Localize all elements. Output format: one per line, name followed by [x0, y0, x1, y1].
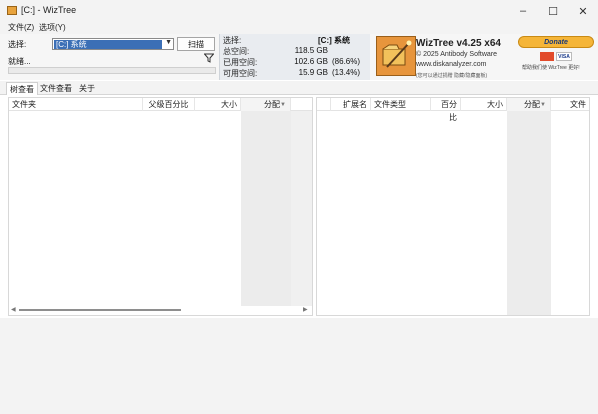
top-panel: 选择: [C:] 系统 ▼ 扫描 就绪... 选择: [C:] 系统 总空间: … [0, 34, 598, 80]
scan-controls: 选择: [C:] 系统 ▼ 扫描 就绪... [0, 34, 218, 80]
window-title: [C:] - WizTree [21, 5, 77, 15]
scan-progress-bar [8, 67, 216, 74]
scroll-left-icon[interactable]: ◀ [11, 306, 16, 313]
status-text: 就绪... [8, 57, 31, 66]
maximize-button[interactable]: ☐ [538, 0, 568, 22]
copyright-text: © 2025 Antibody Software [416, 51, 498, 58]
col-size[interactable]: 大小 [195, 98, 241, 111]
scan-button[interactable]: 扫描 [177, 37, 215, 51]
used-space-percent: (86.6%) [332, 57, 361, 66]
wiztree-logo [376, 36, 416, 76]
tree-header: 文件夹 父级百分比 大小 分配 ▼ [9, 98, 312, 111]
col-parent-percent[interactable]: 父级百分比 [143, 98, 195, 111]
filter-icon[interactable] [203, 53, 215, 65]
free-space-percent: (13.4%) [332, 68, 361, 77]
tab-file-view[interactable]: 文件查看 [37, 82, 75, 95]
scroll-thumb[interactable] [19, 309, 181, 311]
ext-allocated-column-shade [507, 111, 551, 315]
extension-header: 扩展名 文件类型 百分比 大小 分配 ▼ 文件 [317, 98, 589, 122]
used-space-value: 102.6 GB [294, 57, 328, 66]
used-space-label: 已用空间: [223, 58, 258, 67]
menu-bar: 文件(Z) 选项(Y) [0, 22, 598, 34]
selection-label: 选择: [223, 36, 242, 45]
menu-file[interactable]: 文件(Z) [8, 22, 34, 33]
col-ext-size[interactable]: 大小 [461, 98, 507, 111]
extension-view-pane: 扩展名 文件类型 百分比 大小 分配 ▼ 文件 [316, 97, 590, 316]
disk-stats: 选择: [C:] 系统 总空间: 118.5 GB 已用空间: 102.6 GB… [219, 34, 370, 80]
website-link[interactable]: www.diskanalyzer.com [416, 61, 486, 68]
tree-blank-area [291, 111, 312, 306]
app-icon [7, 6, 17, 15]
donate-hint-text: (您可以通过捐赠 隐藏/隐藏面板) [416, 73, 488, 79]
free-space-value: 15.9 GB [298, 68, 328, 77]
col-color[interactable] [317, 98, 331, 111]
brand-panel: WizTree v4.25 x64 © 2025 Antibody Softwa… [372, 34, 504, 80]
app-name: WizTree v4.25 x64 [416, 38, 501, 49]
scroll-right-icon[interactable]: ▶ [303, 306, 308, 313]
visa-icon: VISA [556, 52, 572, 61]
allocated-column-shade [241, 111, 291, 306]
total-space-label: 总空间: [223, 47, 250, 56]
title-bar: [C:] - WizTree – ☐ ✕ [0, 0, 598, 22]
menu-options[interactable]: 选项(Y) [39, 22, 66, 33]
col-extension[interactable]: 扩展名 [331, 98, 371, 111]
donate-panel: Donate VISA 帮助我们使 WizTree 更好! [512, 34, 598, 80]
close-button[interactable]: ✕ [568, 0, 598, 22]
mastercard-icon [540, 52, 554, 61]
tab-about[interactable]: 关于 [76, 82, 98, 95]
view-tabs: 树查看 文件查看 关于 [0, 81, 598, 95]
sort-desc-icon: ▼ [280, 102, 286, 108]
col-file-type[interactable]: 文件类型 [371, 98, 431, 111]
donate-button[interactable]: Donate [518, 36, 594, 48]
col-files[interactable]: 文件 [551, 98, 589, 111]
col-folder[interactable]: 文件夹 [9, 98, 143, 111]
selection-value: [C:] 系统 [318, 36, 350, 45]
free-space-label: 可用空间: [223, 69, 258, 78]
chevron-down-icon: ▼ [165, 39, 172, 46]
donate-note: 帮助我们使 WizTree 更好! [522, 65, 580, 71]
drive-select-value: [C:] 系统 [54, 40, 162, 49]
drive-select[interactable]: [C:] 系统 ▼ [52, 38, 174, 50]
tree-view-pane: 文件夹 父级百分比 大小 分配 ▼ ◀ ▶ [8, 97, 313, 316]
total-space-value: 118.5 GB [294, 46, 328, 55]
select-label: 选择: [8, 40, 27, 49]
treemap-area[interactable] [0, 318, 598, 414]
minimize-button[interactable]: – [508, 0, 538, 22]
sort-desc-icon: ▼ [540, 102, 546, 108]
tree-hscrollbar[interactable]: ◀ ▶ [9, 306, 312, 314]
col-percent[interactable]: 百分比 [431, 98, 461, 122]
tab-tree-view[interactable]: 树查看 [6, 82, 38, 95]
